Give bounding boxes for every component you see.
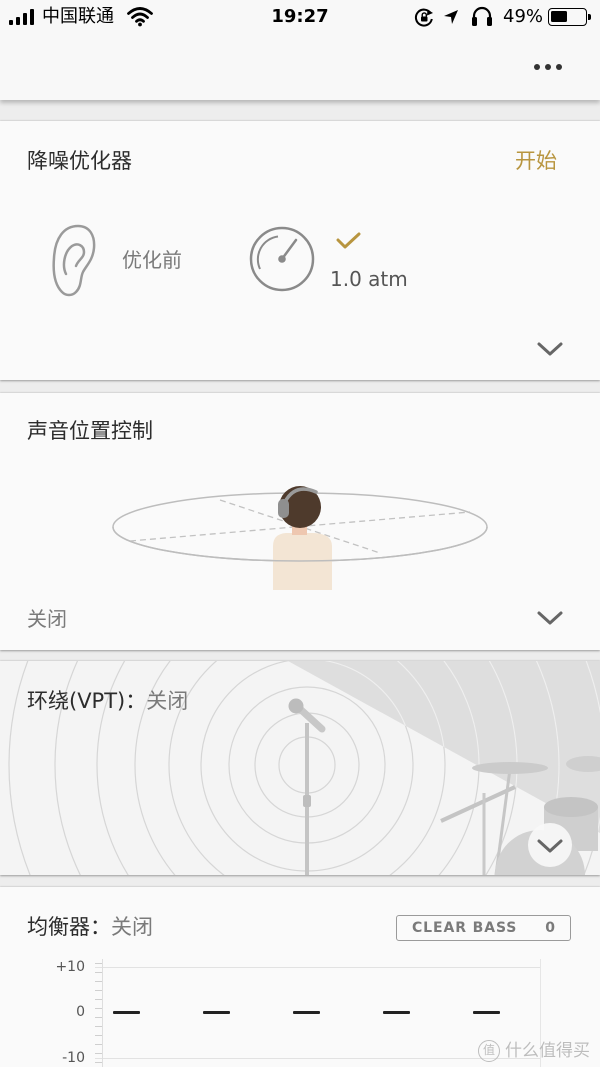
eq-axis-label-max: +10 [55, 959, 85, 975]
pressure-gauge-icon [249, 226, 315, 292]
eq-band-3-level[interactable] [292, 1011, 320, 1014]
eq-band-2-level[interactable] [202, 1011, 230, 1014]
eq-band-4-level[interactable] [382, 1011, 410, 1014]
top-bar [0, 34, 600, 100]
noise-optimizer-card: 降噪优化器 开始 优化前 1.0 atm [0, 121, 600, 380]
microphone-stand [288, 698, 326, 875]
eq-axis-label-min: -10 [62, 1050, 85, 1066]
check-icon [336, 232, 361, 249]
eq-gridline-top [95, 967, 540, 968]
eq-axis-line [102, 959, 103, 1067]
start-optimizer-button[interactable]: 开始 [515, 148, 557, 174]
surround-expand-button[interactable] [528, 823, 572, 867]
wifi-icon [127, 7, 153, 27]
signal-icon [9, 8, 35, 25]
watermark-badge: 值 [478, 1040, 500, 1062]
signal-bar [9, 20, 13, 25]
sound-position-illustration [112, 486, 488, 590]
noise-optimizer-expand-button[interactable] [532, 334, 568, 364]
carrier-label: 中国联通 [42, 6, 114, 27]
eq-band-5-level[interactable] [472, 1011, 500, 1014]
battery-level-fill [551, 11, 567, 22]
listener-figure [273, 486, 332, 590]
ear-status-label: 优化前 [122, 248, 182, 272]
chevron-down-icon [537, 611, 563, 625]
location-icon [444, 10, 458, 24]
chevron-down-icon [537, 839, 563, 853]
ear-icon [52, 224, 96, 297]
eq-band-1-level[interactable] [112, 1011, 140, 1014]
signal-bar [23, 13, 27, 25]
surround-title: 环绕(VPT)： [27, 689, 147, 713]
chevron-down-icon [537, 342, 563, 356]
pressure-value: 1.0 atm [330, 267, 408, 291]
eq-gridline-bottom [95, 1058, 540, 1059]
sound-position-title: 声音位置控制 [27, 419, 153, 443]
signal-bar [30, 9, 34, 25]
sound-position-card: 声音位置控制 关闭 [0, 393, 600, 650]
surround-title-row: 环绕(VPT)：关闭 [27, 688, 188, 714]
noise-optimizer-title: 降噪优化器 [27, 149, 132, 173]
battery-percent: 49% [503, 6, 544, 27]
orientation-lock-icon [414, 8, 433, 27]
watermark-text: 什么值得买 [505, 1041, 590, 1061]
surround-card: 环绕(VPT)：关闭 [0, 661, 600, 875]
clock: 19:27 [271, 6, 329, 27]
phone-screen: 中国联通 19:27 49% 降噪优化器 开始 优化前 1.0 atm 声音位置… [0, 0, 600, 1067]
headphones-icon [472, 6, 492, 26]
eq-axis-label-zero: 0 [76, 1004, 85, 1020]
signal-bar [16, 17, 20, 25]
sound-position-status: 关闭 [27, 607, 67, 631]
status-bar: 中国联通 19:27 49% [0, 0, 600, 34]
sound-position-expand-button[interactable] [532, 603, 568, 633]
battery-icon [548, 8, 587, 26]
surround-status: 关闭 [146, 689, 189, 713]
battery-nub [588, 14, 591, 20]
more-button[interactable] [526, 54, 570, 80]
